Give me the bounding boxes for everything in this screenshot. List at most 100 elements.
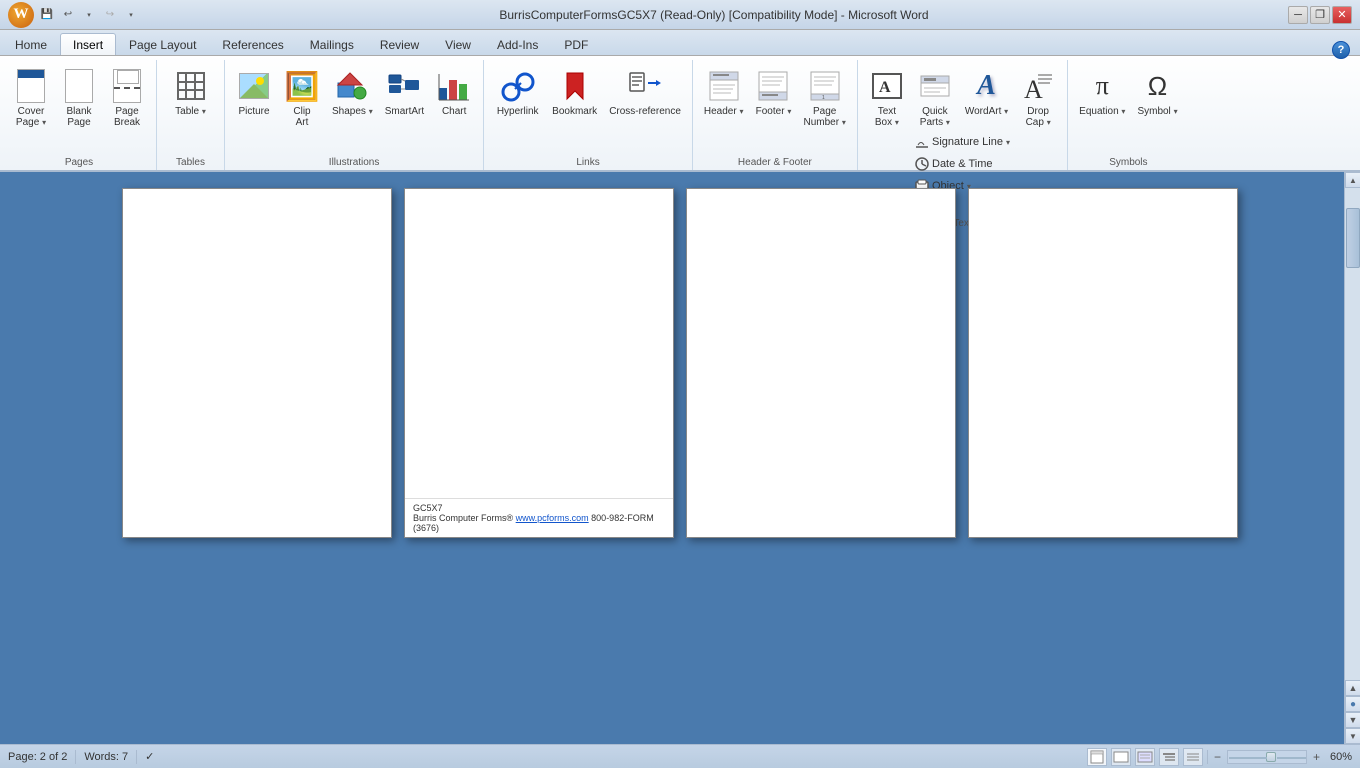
proofing-icon[interactable]: ✓ (145, 750, 154, 763)
close-button[interactable]: ✕ (1332, 6, 1352, 24)
cross-reference-label: Cross-reference (609, 106, 681, 117)
drop-cap-button[interactable]: A DropCap ▾ (1015, 64, 1061, 132)
quick-parts-button[interactable]: QuickParts ▾ (912, 64, 958, 132)
web-layout-view-button[interactable] (1135, 748, 1155, 766)
customize-quick-access[interactable]: ▾ (122, 6, 140, 24)
zoom-slider[interactable] (1227, 750, 1307, 764)
tab-references[interactable]: References (209, 33, 296, 55)
page-break-button[interactable]: PageBreak (104, 64, 150, 132)
footer-link[interactable]: www.pcforms.com (516, 513, 589, 523)
tab-view[interactable]: View (432, 33, 484, 55)
chart-button[interactable]: Chart (431, 64, 477, 132)
tab-home[interactable]: Home (2, 33, 60, 55)
equation-icon: π (1084, 68, 1120, 104)
drop-cap-label: DropCap ▾ (1026, 106, 1051, 128)
blank-page-button[interactable]: BlankPage (56, 64, 102, 132)
tab-review[interactable]: Review (367, 33, 432, 55)
footer-label: Footer ▾ (756, 106, 792, 117)
text-small-buttons: Signature Line ▾ Date & Time Object (905, 132, 1020, 196)
footer-visual (757, 70, 789, 102)
zoom-out-button[interactable]: − (1212, 750, 1223, 764)
bookmark-button[interactable]: Bookmark (547, 64, 602, 132)
full-screen-view-button[interactable] (1111, 748, 1131, 766)
redo-button[interactable]: ↪ (101, 6, 119, 24)
minimize-button[interactable]: ─ (1288, 6, 1308, 24)
header-footer-group-label: Header & Footer (697, 155, 853, 170)
symbols-group-label: Symbols (1072, 155, 1184, 170)
undo-button[interactable]: ↩ (59, 6, 77, 24)
restore-button[interactable]: ❐ (1310, 6, 1330, 24)
scroll-next-page-button[interactable]: ▼ (1345, 712, 1360, 728)
table-button[interactable]: Table ▾ (163, 64, 218, 132)
clip-art-button[interactable]: 🖼️ ClipArt (279, 64, 325, 132)
word-page-3[interactable] (686, 188, 956, 538)
scroll-up-button[interactable]: ▲ (1345, 172, 1360, 188)
header-button[interactable]: Header ▾ (699, 64, 749, 132)
blank-page-label: BlankPage (66, 106, 91, 128)
picture-icon (236, 68, 272, 104)
footer-button[interactable]: Footer ▾ (750, 64, 796, 132)
wordart-visual: A (977, 70, 996, 102)
links-group-label: Links (488, 155, 688, 170)
chart-label: Chart (442, 106, 466, 117)
zoom-in-button[interactable]: + (1311, 750, 1322, 764)
outline-icon (1161, 750, 1177, 764)
shapes-button[interactable]: Shapes ▾ (327, 64, 378, 132)
scroll-down-button[interactable]: ▼ (1345, 728, 1360, 744)
page-break-label: PageBreak (114, 106, 140, 128)
scroll-select-browse-button[interactable]: ● (1345, 696, 1360, 712)
chart-visual (437, 70, 471, 102)
help-button[interactable]: ? (1332, 41, 1350, 59)
word-page-4[interactable] (968, 188, 1238, 538)
tab-insert[interactable]: Insert (60, 33, 116, 55)
cover-stripe (18, 70, 44, 78)
smartart-button[interactable]: SmartArt (380, 64, 429, 132)
tab-page-layout[interactable]: Page Layout (116, 33, 209, 55)
ribbon-group-symbols: π Equation ▾ Ω Symbol ▾ Symbols (1068, 60, 1188, 170)
tab-pdf[interactable]: PDF (551, 33, 601, 55)
word-page-1[interactable] (122, 188, 392, 538)
date-time-button[interactable]: Date & Time (909, 154, 1016, 174)
text-box-button[interactable]: A TextBox ▾ (864, 64, 910, 132)
print-layout-view-button[interactable] (1087, 748, 1107, 766)
equation-label: Equation ▾ (1079, 106, 1125, 117)
quick-access-toolbar: 💾 ↩ ▾ ↪ ▾ (38, 6, 140, 24)
smartart-label: SmartArt (385, 106, 424, 117)
page-number-button[interactable]: 1 PageNumber ▾ (798, 64, 850, 132)
symbol-button[interactable]: Ω Symbol ▾ (1132, 64, 1182, 132)
draft-view-button[interactable] (1183, 748, 1203, 766)
signature-line-button[interactable]: Signature Line ▾ (909, 132, 1016, 152)
page-1-content (123, 189, 391, 537)
word-page-2[interactable]: GC5X7 Burris Computer Forms® www.pcforms… (404, 188, 674, 538)
outline-view-button[interactable] (1159, 748, 1179, 766)
ribbon-group-links: Hyperlink Bookmark (484, 60, 693, 170)
tab-add-ins[interactable]: Add-Ins (484, 33, 551, 55)
scroll-track[interactable] (1345, 188, 1360, 680)
quick-parts-icon (917, 68, 953, 104)
picture-button[interactable]: Picture (231, 64, 277, 132)
bookmark-icon (557, 68, 593, 104)
cross-reference-button[interactable]: Cross-reference (604, 64, 686, 132)
scroll-thumb[interactable] (1346, 208, 1360, 268)
zoom-thumb[interactable] (1266, 752, 1276, 762)
equation-button[interactable]: π Equation ▾ (1074, 64, 1130, 132)
footer-line1: GC5X7 (413, 503, 665, 513)
symbol-label: Symbol ▾ (1137, 106, 1177, 117)
window-controls: ─ ❐ ✕ (1288, 6, 1352, 24)
page-4-content (969, 189, 1237, 537)
web-layout-icon (1137, 750, 1153, 764)
cover-page-button[interactable]: CoverPage ▾ (8, 64, 54, 132)
wordart-button[interactable]: A WordArt ▾ (960, 64, 1013, 132)
table-cell (178, 90, 187, 99)
hyperlink-button[interactable]: Hyperlink (490, 64, 545, 132)
vertical-scrollbar: ▲ ▲ ● ▼ ▼ (1344, 172, 1360, 744)
symbols-buttons: π Equation ▾ Ω Symbol ▾ (1072, 62, 1184, 155)
office-logo[interactable]: W (8, 2, 34, 28)
zoom-track-right (1277, 757, 1306, 759)
undo-dropdown[interactable]: ▾ (80, 6, 98, 24)
save-button[interactable]: 💾 (38, 6, 56, 24)
scroll-prev-page-button[interactable]: ▲ (1345, 680, 1360, 696)
cover-page-label: CoverPage ▾ (16, 106, 46, 128)
tab-mailings[interactable]: Mailings (297, 33, 367, 55)
word-count: Words: 7 (84, 751, 128, 763)
